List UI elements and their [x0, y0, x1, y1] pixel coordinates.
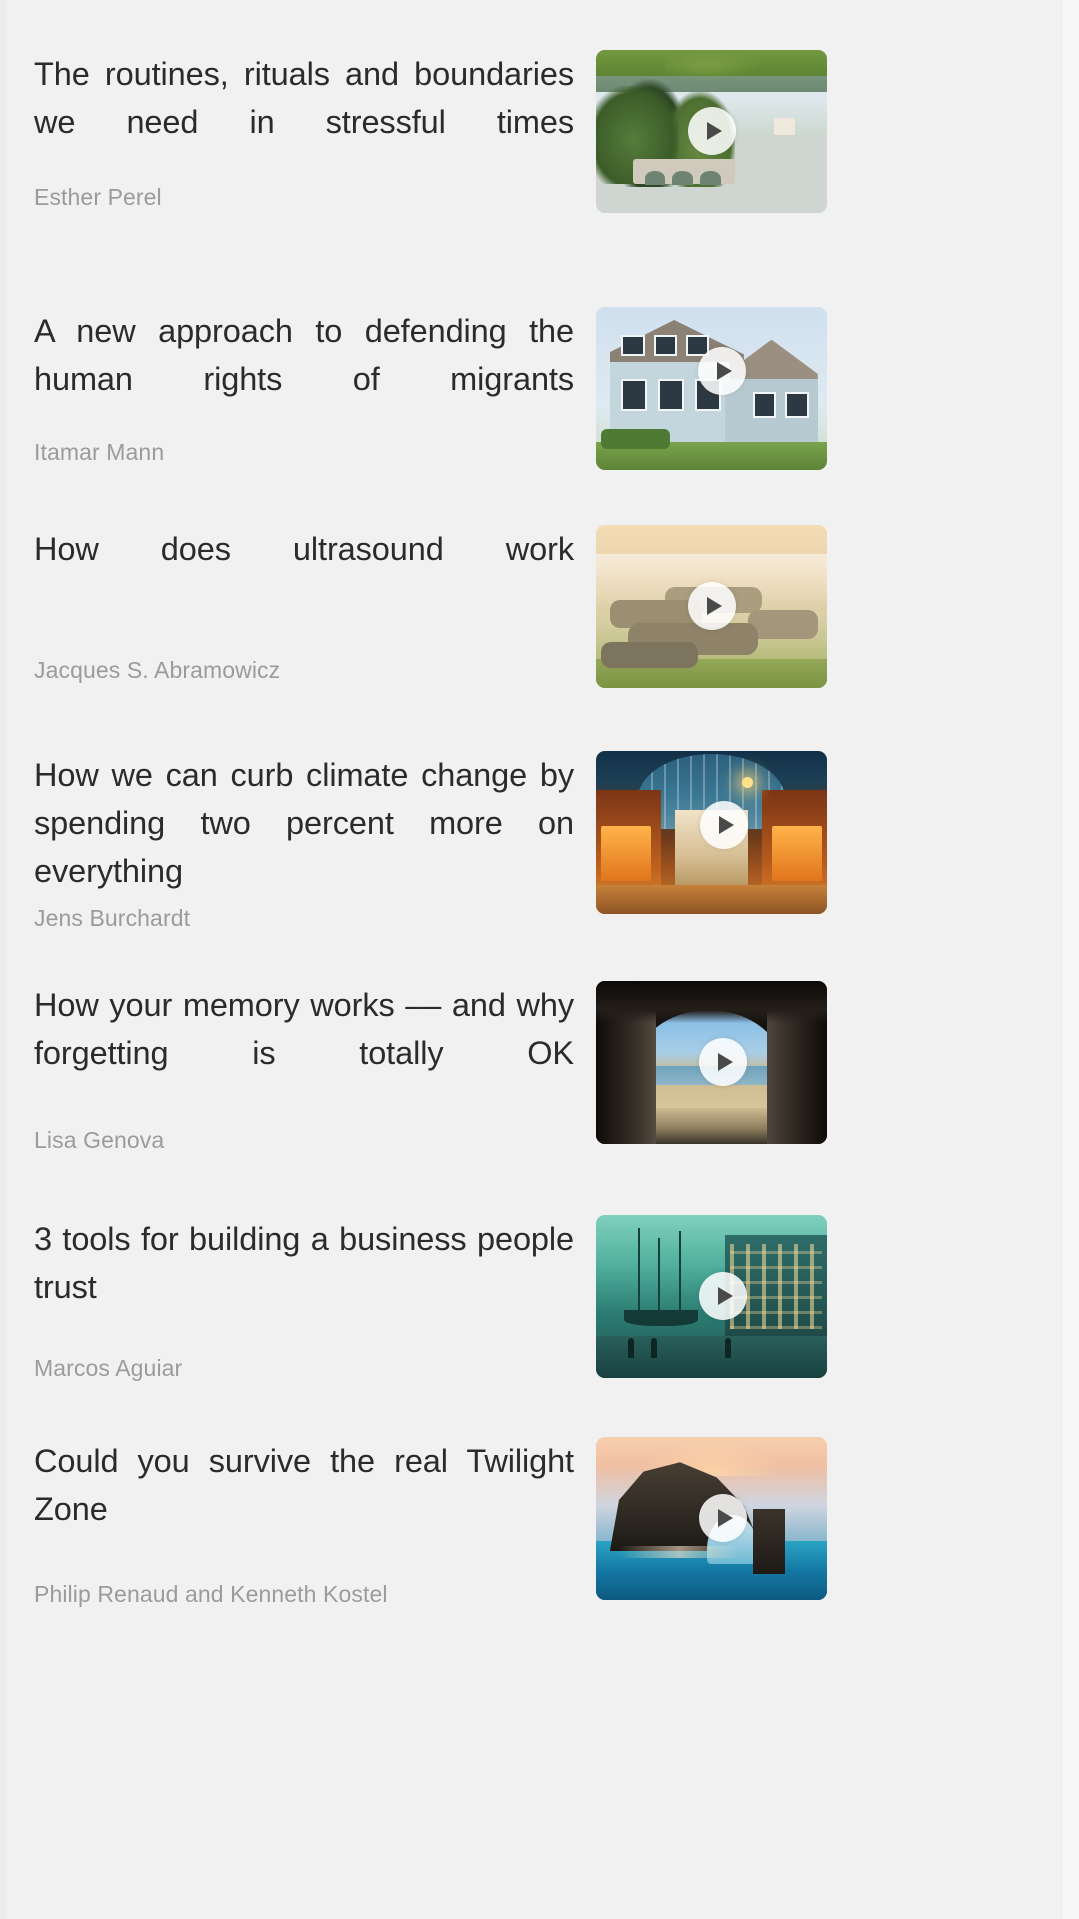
play-icon[interactable]: [699, 1272, 747, 1320]
talk-card-text: The routines, rituals and boundaries we …: [0, 50, 596, 212]
talk-card-text: How your memory works –– and why forgett…: [0, 981, 596, 1155]
talk-thumbnail-wrap[interactable]: [596, 525, 827, 688]
talk-title[interactable]: The routines, rituals and boundaries we …: [34, 50, 574, 150]
talk-list-screen: The routines, rituals and boundaries we …: [0, 0, 1079, 1919]
talk-title[interactable]: How your memory works –– and why forgett…: [34, 981, 574, 1081]
talk-card-text: How does ultrasound work Jacques S. Abra…: [0, 525, 596, 685]
talk-card[interactable]: Could you survive the real Twilight Zone…: [0, 1385, 1063, 1615]
talk-author: Jens Burchardt: [34, 905, 191, 931]
talk-author: Itamar Mann: [34, 439, 165, 465]
talk-card-text: How we can curb climate change by spendi…: [0, 751, 596, 933]
talk-card-text: Could you survive the real Twilight Zone…: [0, 1437, 596, 1609]
talk-title[interactable]: 3 tools for building a business people t…: [34, 1215, 574, 1315]
talk-card[interactable]: How your memory works –– and why forgett…: [0, 935, 1063, 1160]
talk-title[interactable]: How does ultrasound work: [34, 525, 574, 577]
talk-author: Lisa Genova: [34, 1127, 165, 1153]
play-icon[interactable]: [699, 1494, 747, 1542]
talk-thumbnail-wrap[interactable]: [596, 981, 827, 1144]
play-icon[interactable]: [698, 347, 746, 395]
talk-card-text: 3 tools for building a business people t…: [0, 1215, 596, 1383]
talk-card[interactable]: How does ultrasound work Jacques S. Abra…: [0, 488, 1063, 711]
page-right-edge: [1063, 0, 1079, 1919]
play-icon[interactable]: [688, 107, 736, 155]
page-left-edge: [0, 0, 6, 1919]
talk-list: The routines, rituals and boundaries we …: [0, 0, 1063, 1615]
talk-author: Marcos Aguiar: [34, 1355, 183, 1381]
talk-card[interactable]: A new approach to defending the human ri…: [0, 265, 1063, 488]
play-icon[interactable]: [699, 1038, 747, 1086]
talk-card[interactable]: The routines, rituals and boundaries we …: [0, 0, 1063, 265]
talk-author: Philip Renaud and Kenneth Kostel: [34, 1581, 388, 1607]
talk-thumbnail-wrap[interactable]: [596, 751, 827, 914]
talk-author: Esther Perel: [34, 184, 162, 210]
talk-title[interactable]: A new approach to defending the human ri…: [34, 307, 574, 407]
talk-thumbnail-wrap[interactable]: [596, 50, 827, 213]
talk-title[interactable]: Could you survive the real Twilight Zone: [34, 1437, 574, 1537]
talk-author: Jacques S. Abramowicz: [34, 657, 281, 683]
talk-card-text: A new approach to defending the human ri…: [0, 307, 596, 467]
talk-thumbnail-wrap[interactable]: [596, 1437, 827, 1600]
talk-title[interactable]: How we can curb climate change by spendi…: [34, 751, 574, 899]
talk-card[interactable]: How we can curb climate change by spendi…: [0, 711, 1063, 935]
play-icon[interactable]: [700, 801, 748, 849]
play-icon[interactable]: [688, 582, 736, 630]
talk-thumbnail-wrap[interactable]: [596, 1215, 827, 1378]
talk-card[interactable]: 3 tools for building a business people t…: [0, 1160, 1063, 1385]
talk-thumbnail-wrap[interactable]: [596, 307, 827, 470]
